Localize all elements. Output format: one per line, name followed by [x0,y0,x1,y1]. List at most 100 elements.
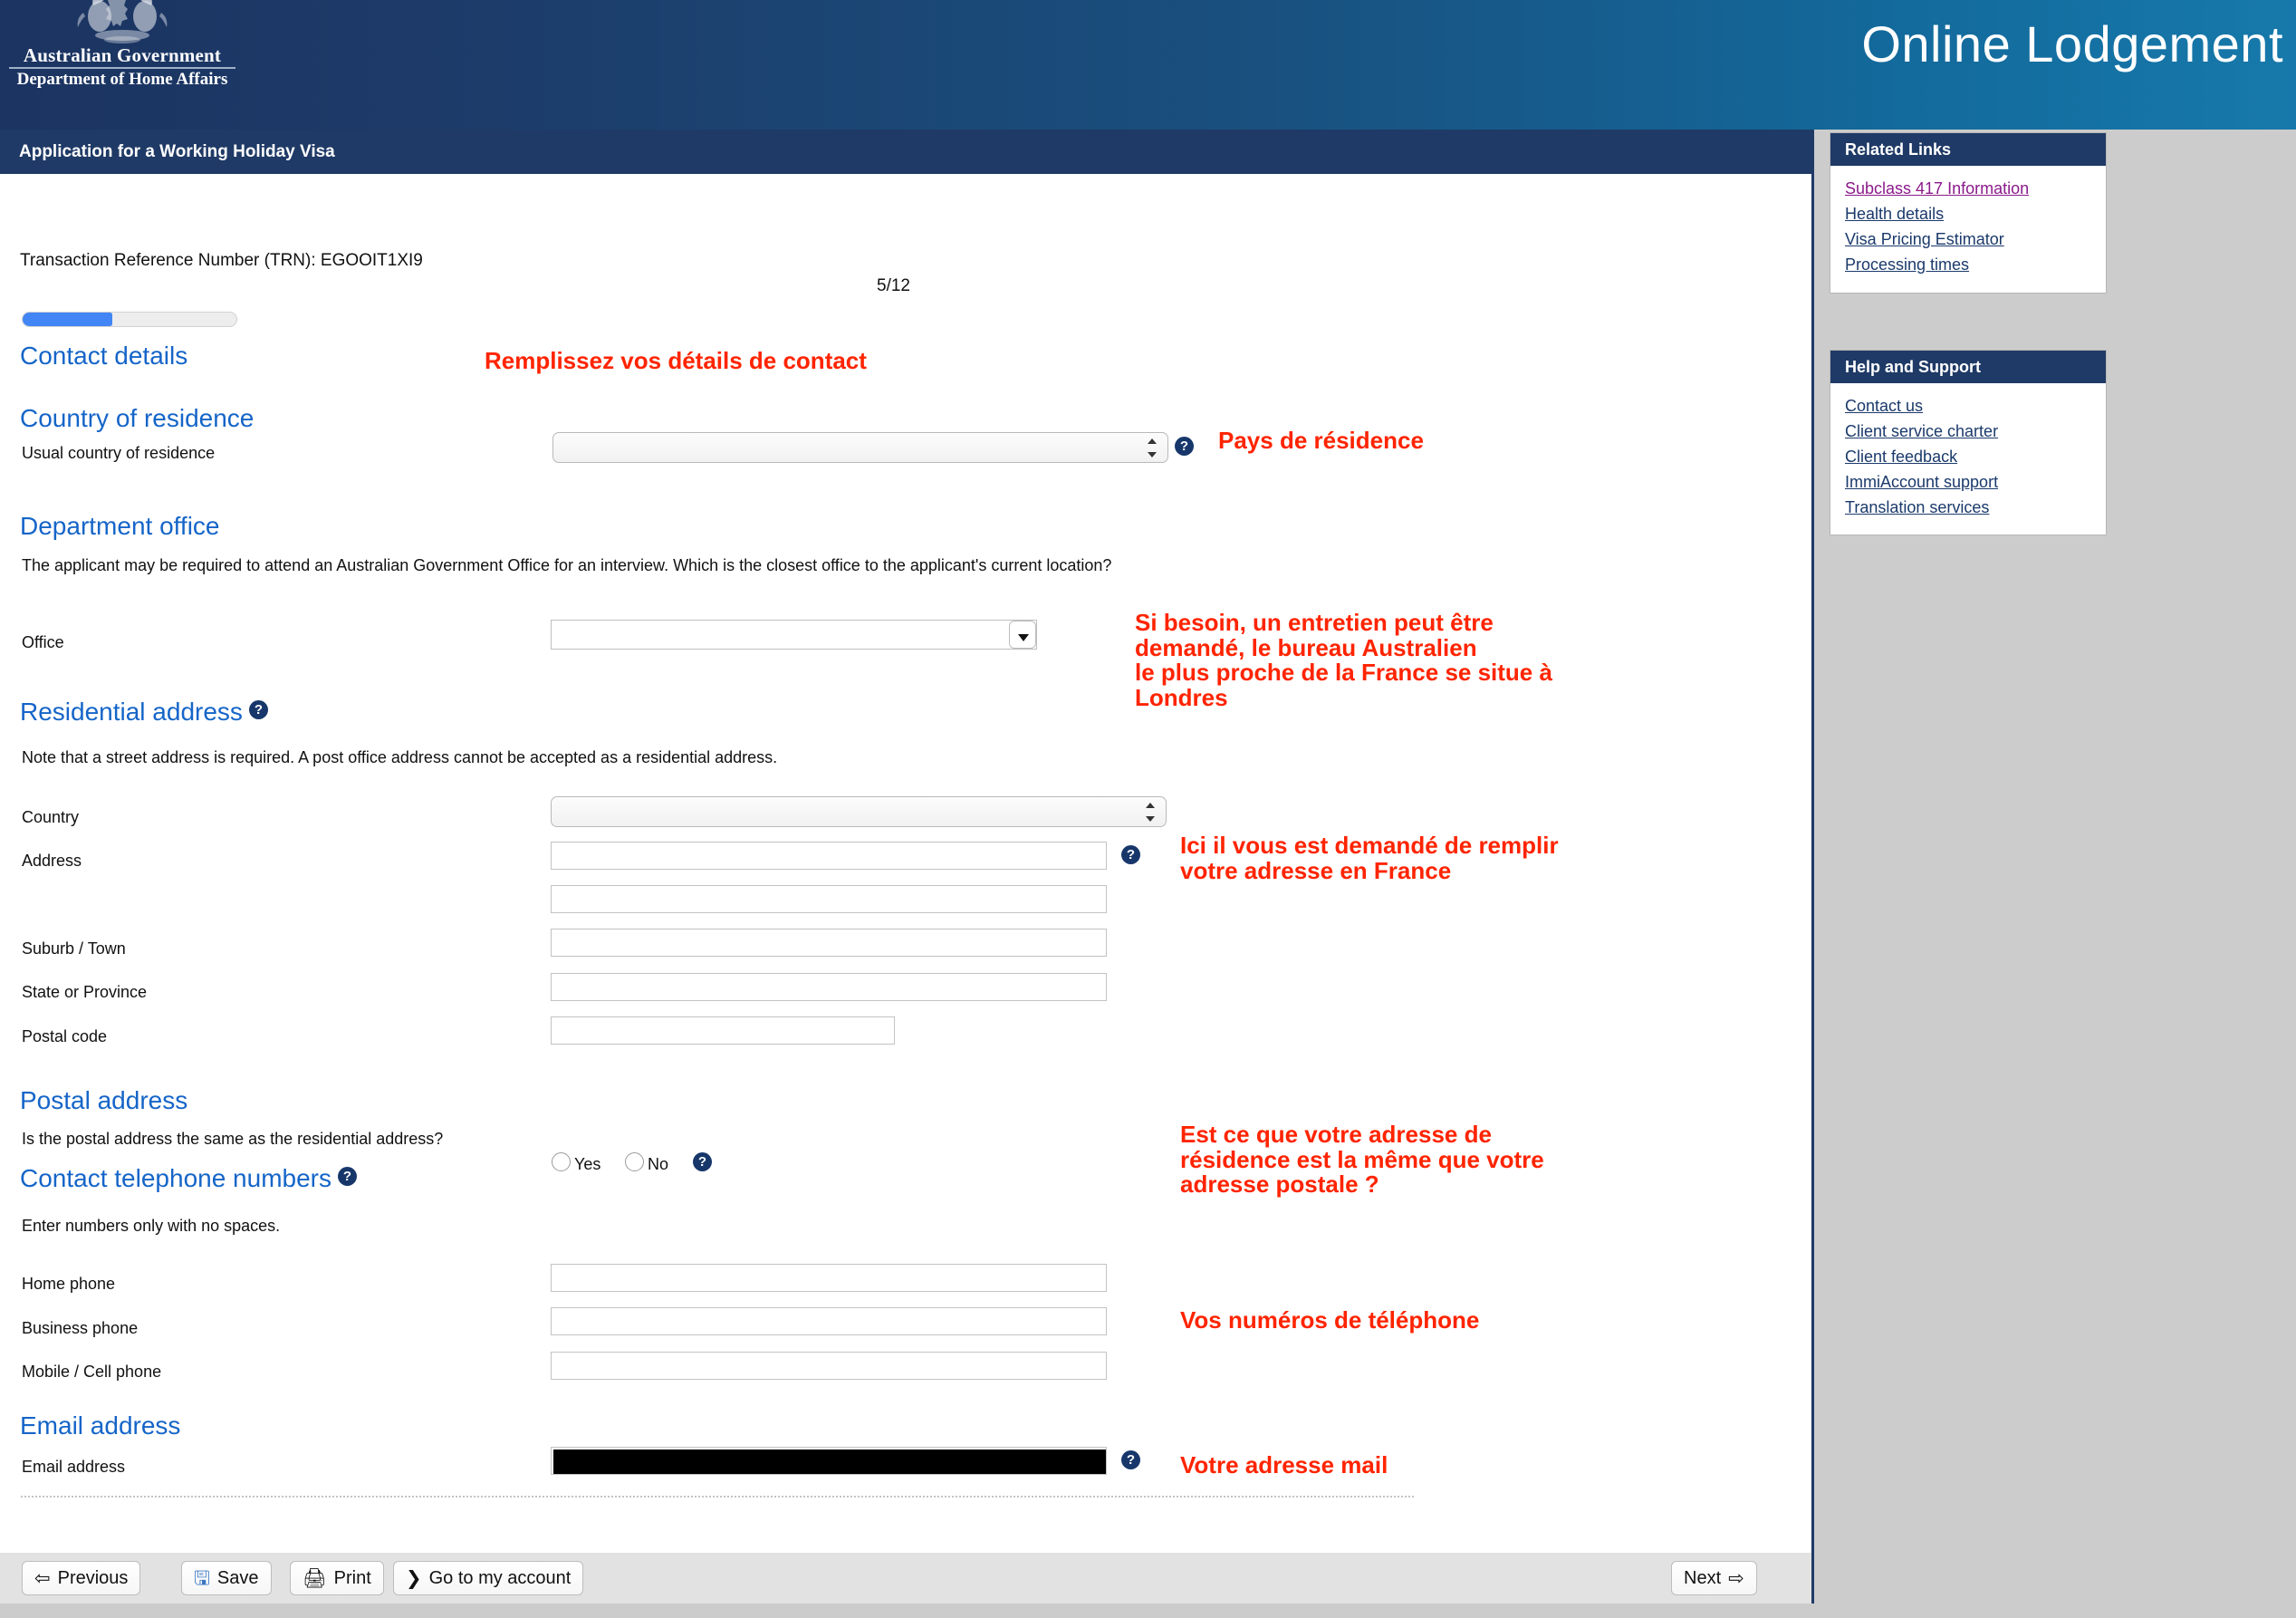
next-button[interactable]: Next ⇨ [1671,1561,1757,1595]
label-address: Address [22,852,82,870]
radio-postal-same-no[interactable] [625,1152,644,1171]
transaction-reference-number: Transaction Reference Number (TRN): EGOO… [20,251,423,270]
link-immiaccount-support[interactable]: ImmiAccount support [1830,470,2106,496]
link-translation-services[interactable]: Translation services [1830,496,2106,521]
label-radio-no[interactable]: No [648,1155,668,1174]
annotation-contact-details: Remplissez vos détails de contact [485,347,867,374]
suburb-town-input[interactable] [551,929,1107,957]
crest-line-department: Department of Home Affairs [16,70,228,89]
next-button-label: Next [1684,1567,1722,1588]
heading-contact-details: Contact details [20,342,188,370]
label-usual-country-of-residence: Usual country of residence [22,444,216,462]
link-client-feedback[interactable]: Client feedback [1830,445,2106,470]
save-button-label: Save [216,1567,259,1588]
annotation-telephone: Vos numéros de téléphone [1180,1306,1480,1334]
heading-contact-telephone-text: Contact telephone numbers [20,1164,331,1192]
note-department-office: The applicant may be required to attend … [22,556,1112,574]
heading-department-office: Department office [20,512,220,540]
chevron-updown-icon [1146,802,1156,823]
help-and-support-list: Contact us Client service charter Client… [1830,383,2106,535]
address-line-1-input[interactable] [551,842,1107,870]
label-suburb-town: Suburb / Town [22,939,126,958]
link-client-service-charter[interactable]: Client service charter [1830,419,2106,445]
label-business-phone: Business phone [22,1319,139,1337]
postal-code-input[interactable] [551,1016,895,1045]
previous-button[interactable]: ⇦ Previous [22,1561,141,1595]
label-office: Office [22,633,64,651]
link-subclass-417-information[interactable]: Subclass 417 Information [1830,177,2106,202]
form-body: Transaction Reference Number (TRN): EGOO… [0,174,1811,1553]
banner-title: Online Lodgement [1861,15,2283,72]
print-button[interactable]: 🖨 Print [290,1561,384,1595]
residential-country-select[interactable] [551,796,1167,827]
form-button-bar: ⇦ Previous 🖫 Save 🖨 Print ❯ Go to my acc… [0,1553,1811,1604]
related-links-panel: Related Links Subclass 417 Information H… [1830,132,2107,294]
application-frame: Application for a Working Holiday Visa T… [0,130,1814,1604]
heading-country-of-residence: Country of residence [20,404,255,432]
floppy-disk-icon: 🖫 [194,1567,210,1589]
label-state-province: State or Province [22,983,148,1001]
form-title: Application for a Working Holiday Visa [19,142,335,161]
help-icon-address[interactable]: ? [1121,845,1140,864]
go-to-my-account-label: Go to my account [428,1567,572,1588]
arrow-left-icon: ⇦ [34,1567,51,1589]
heading-residential-address-text: Residential address [20,698,243,726]
link-contact-us[interactable]: Contact us [1830,394,2106,419]
go-to-my-account-button[interactable]: ❯ Go to my account [393,1561,584,1595]
note-residential-address: Note that a street address is required. … [22,748,778,766]
label-email-address: Email address [22,1458,126,1476]
printer-icon: 🖨 [303,1567,327,1589]
link-health-details[interactable]: Health details [1830,202,2106,227]
section-divider [20,1496,1415,1498]
annotation-email: Votre adresse mail [1180,1451,1388,1478]
label-radio-yes[interactable]: Yes [574,1155,600,1174]
radio-postal-same-yes[interactable] [552,1152,571,1171]
label-home-phone: Home phone [22,1275,116,1293]
chevron-down-icon[interactable] [1009,621,1036,649]
annotation-postal-address: Est ce que votre adresse de résidence es… [1180,1121,1544,1199]
progress-bar-fill [23,313,113,326]
office-select[interactable] [551,620,1037,650]
link-processing-times[interactable]: Processing times [1830,253,2106,278]
help-icon-usual-country[interactable]: ? [1175,437,1194,456]
help-and-support-panel: Help and Support Contact us Client servi… [1830,350,2107,536]
annotation-country-of-residence: Pays de résidence [1218,427,1424,454]
print-button-label: Print [333,1567,371,1588]
help-icon-residential-address[interactable]: ? [248,700,268,719]
question-postal-same-as-residential: Is the postal address the same as the re… [22,1130,444,1148]
label-country: Country [22,808,80,826]
label-postal-code: Postal code [22,1027,108,1045]
chevron-updown-icon [1148,438,1158,459]
help-icon-contact-telephone[interactable]: ? [338,1167,357,1186]
related-links-list: Subclass 417 Information Health details … [1830,166,2106,293]
page-counter: 5/12 [877,276,910,295]
crest-line-australian-government: Australian Government [23,44,222,66]
home-phone-input[interactable] [551,1264,1107,1292]
previous-button-label: Previous [57,1567,129,1588]
state-province-input[interactable] [551,973,1107,1001]
email-redaction-bar [553,1449,1106,1474]
address-line-2-input[interactable] [551,885,1107,913]
heading-contact-telephone-numbers: Contact telephone numbers? [20,1164,357,1193]
help-and-support-title: Help and Support [1830,351,2106,383]
australian-coat-of-arms-icon [77,0,168,43]
form-titlebar: Application for a Working Holiday Visa [0,132,1811,174]
arrow-right-icon: ⇨ [1728,1567,1744,1589]
heading-residential-address: Residential address? [20,698,268,727]
help-icon-email-address[interactable]: ? [1121,1450,1140,1469]
label-mobile-cell-phone: Mobile / Cell phone [22,1363,162,1381]
help-icon-postal-address[interactable]: ? [693,1152,712,1171]
business-phone-input[interactable] [551,1307,1107,1335]
page-banner: Australian Government Department of Home… [0,0,2296,130]
note-telephone: Enter numbers only with no spaces. [22,1217,281,1235]
australian-government-crest: Australian Government Department of Home… [9,0,235,106]
heading-email-address: Email address [20,1411,181,1440]
save-button[interactable]: 🖫 Save [181,1561,272,1595]
annotation-residential-address: Ici il vous est demandé de remplir votre… [1180,832,1559,884]
usual-country-of-residence-select[interactable] [552,432,1168,463]
link-visa-pricing-estimator[interactable]: Visa Pricing Estimator [1830,227,2106,253]
mobile-cell-phone-input[interactable] [551,1352,1107,1380]
progress-bar [22,312,237,327]
email-address-input[interactable] [551,1447,1107,1475]
heading-postal-address: Postal address [20,1086,188,1114]
